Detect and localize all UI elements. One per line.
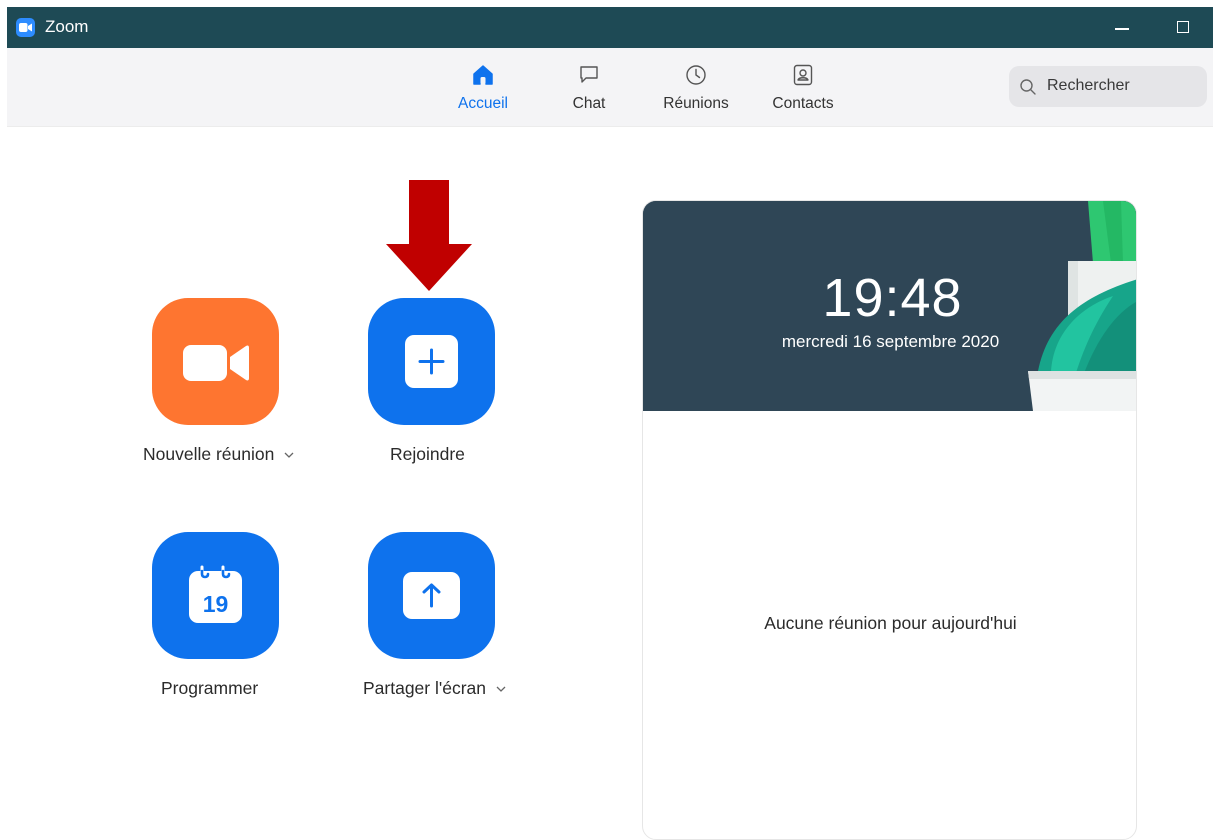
maximize-button[interactable] [1169,14,1197,42]
join-button[interactable] [368,298,495,425]
clock-date: mercredi 16 septembre 2020 [781,332,1000,351]
tab-accueil-label: Accueil [458,95,508,112]
clock-icon [686,65,706,85]
clock-header: 19:48 mercredi 16 septembre 2020 [643,201,1136,411]
tab-reunions[interactable]: Réunions [651,48,741,126]
tab-contacts-label: Contacts [772,95,834,112]
plus-icon [405,335,458,388]
search-icon [1020,79,1036,95]
contact-card-icon [793,64,813,86]
new-meeting-button[interactable] [152,298,279,425]
search-input[interactable] [1047,74,1197,98]
window-title: Zoom [45,17,89,36]
chat-bubble-icon [580,66,598,83]
calendar-day-number: 19 [203,591,229,617]
share-screen-label[interactable]: Partager l'écran [363,678,506,699]
upcoming-meetings-panel: 19:48 mercredi 16 septembre 2020 Aucune … [642,200,1137,840]
share-screen-text: Partager l'écran [363,678,486,698]
annotation-arrow-down-icon [386,180,472,291]
tab-accueil[interactable]: Accueil [438,48,528,126]
tab-chat-label: Chat [572,95,606,112]
search-box[interactable] [1009,66,1207,107]
tab-contacts[interactable]: Contacts [758,48,848,126]
top-navigation: Accueil Chat Réunions Contacts [7,48,1213,127]
new-meeting-text: Nouvelle réunion [143,444,275,464]
title-bar: Zoom [7,7,1213,48]
clock-time: 19:48 [822,268,963,328]
video-camera-icon [183,345,249,381]
share-arrow-up-icon [403,572,460,619]
zoom-logo-icon [16,18,35,37]
no-meetings-message: Aucune réunion pour aujourd'hui [764,613,1017,633]
new-meeting-label[interactable]: Nouvelle réunion [143,444,294,465]
join-label[interactable]: Rejoindre [390,444,465,465]
home-icon [473,65,493,85]
tab-reunions-label: Réunions [663,95,729,112]
schedule-button[interactable]: 19 [152,532,279,659]
minimize-button[interactable] [1108,14,1136,42]
share-screen-button[interactable] [368,532,495,659]
chevron-down-icon[interactable] [284,452,294,459]
schedule-label[interactable]: Programmer [161,678,258,699]
chevron-down-icon[interactable] [496,686,506,693]
calendar-icon: 19 [189,565,242,623]
tab-chat[interactable]: Chat [544,48,634,126]
